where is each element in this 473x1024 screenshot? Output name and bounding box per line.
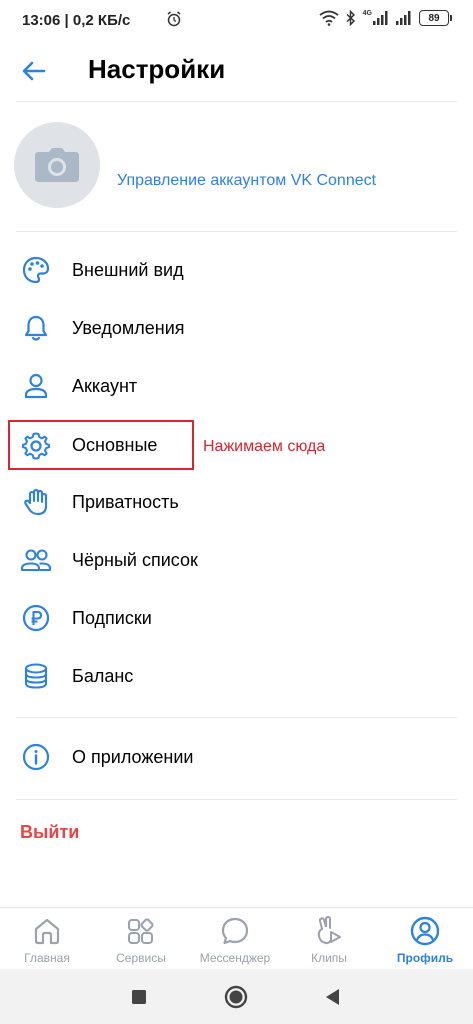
header: Настройки bbox=[0, 42, 473, 100]
menu-label: Подписки bbox=[72, 607, 152, 628]
coins-icon bbox=[20, 660, 52, 692]
tab-label: Сервисы bbox=[116, 951, 166, 965]
back-arrow-icon[interactable] bbox=[20, 57, 48, 85]
page-title: Настройки bbox=[88, 54, 226, 84]
menu-label: Внешний вид bbox=[72, 259, 184, 280]
menu-item-appearance[interactable]: Внешний вид bbox=[0, 242, 473, 298]
wifi-icon bbox=[319, 10, 339, 26]
annotation-highlight-box bbox=[8, 420, 194, 470]
home-icon bbox=[34, 918, 60, 945]
bluetooth-icon bbox=[346, 10, 355, 26]
tab-profile[interactable]: Профиль bbox=[378, 908, 472, 970]
alarm-icon bbox=[167, 11, 181, 27]
logout-button[interactable]: Выйти bbox=[20, 822, 79, 843]
clips-icon bbox=[317, 915, 341, 945]
camera-icon bbox=[35, 148, 79, 182]
menu-label: Приватность bbox=[72, 491, 179, 512]
tab-services[interactable]: Сервисы bbox=[94, 908, 188, 970]
tab-label: Мессенджер bbox=[199, 951, 271, 965]
hand-icon bbox=[20, 486, 52, 518]
network-type-label: 4G bbox=[362, 10, 372, 17]
menu-label: Уведомления bbox=[72, 317, 185, 338]
tab-messenger[interactable]: Мессенджер bbox=[188, 908, 282, 970]
tab-label: Главная bbox=[24, 951, 70, 965]
menu-label: О приложении bbox=[72, 746, 194, 767]
signal-icon bbox=[373, 11, 388, 25]
menu-label: Чёрный список bbox=[72, 549, 198, 570]
menu-label: Аккаунт bbox=[72, 375, 138, 396]
ruble-icon bbox=[20, 602, 52, 634]
battery-level: 89 bbox=[428, 12, 440, 24]
menu-item-blacklist[interactable]: Чёрный список bbox=[0, 532, 473, 588]
divider bbox=[16, 799, 457, 800]
message-icon bbox=[221, 917, 249, 945]
services-icon bbox=[127, 918, 154, 945]
users-icon bbox=[20, 544, 52, 576]
divider bbox=[16, 231, 457, 232]
battery-indicator: 89 bbox=[419, 10, 452, 26]
signal-icon-2 bbox=[396, 11, 411, 25]
avatar[interactable] bbox=[14, 122, 100, 208]
tab-home[interactable]: Главная bbox=[0, 908, 94, 970]
bottom-tab-bar: Главная Сервисы Мессенджер Клипы Профиль bbox=[0, 907, 473, 969]
info-icon bbox=[20, 741, 52, 773]
status-bar: 13:06 | 0,2 КБ/с 4G 89 bbox=[0, 0, 473, 42]
palette-icon bbox=[20, 254, 52, 286]
vk-connect-link[interactable]: Управление аккаунтом VK Connect bbox=[117, 172, 376, 190]
profile-icon bbox=[410, 916, 440, 946]
menu-item-notifications[interactable]: Уведомления bbox=[0, 300, 473, 356]
divider bbox=[16, 717, 457, 718]
user-icon bbox=[20, 370, 52, 402]
home-button-icon[interactable] bbox=[223, 984, 249, 1010]
menu-item-subscriptions[interactable]: Подписки bbox=[0, 590, 473, 646]
tab-clips[interactable]: Клипы bbox=[282, 908, 376, 970]
bell-icon bbox=[20, 312, 52, 344]
menu-item-balance[interactable]: Баланс bbox=[0, 648, 473, 704]
tab-label: Клипы bbox=[311, 951, 347, 965]
back-triangle-icon[interactable] bbox=[320, 984, 346, 1010]
recents-icon[interactable] bbox=[126, 984, 152, 1010]
menu-label: Баланс bbox=[72, 665, 134, 686]
system-navigation-bar bbox=[0, 969, 473, 1024]
menu-item-account[interactable]: Аккаунт bbox=[0, 358, 473, 414]
annotation-text: Нажимаем сюда bbox=[203, 438, 326, 455]
menu-item-privacy[interactable]: Приватность bbox=[0, 474, 473, 530]
status-time: 13:06 | 0,2 КБ/с bbox=[22, 12, 131, 29]
menu-item-about[interactable]: О приложении bbox=[0, 729, 473, 785]
tab-label: Профиль bbox=[396, 951, 454, 965]
divider bbox=[16, 101, 457, 102]
